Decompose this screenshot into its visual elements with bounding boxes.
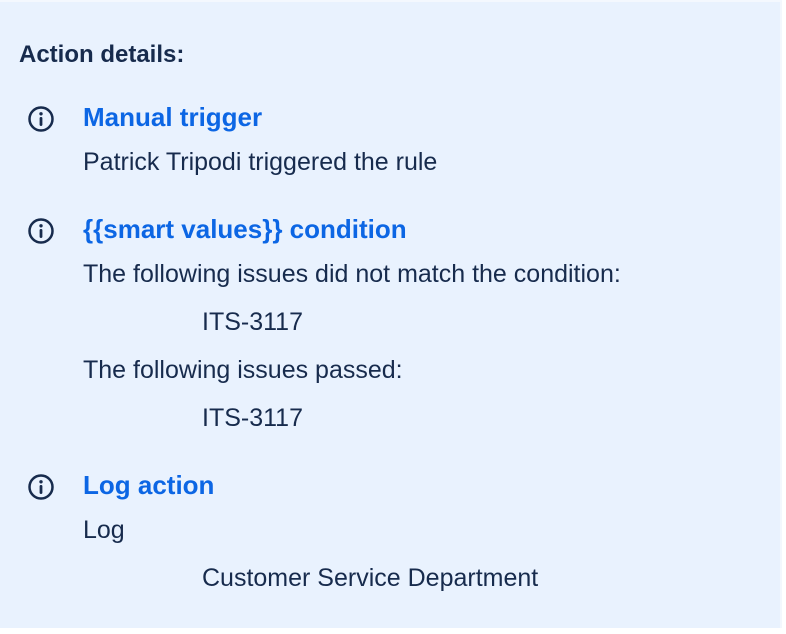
- info-icon: [27, 473, 55, 501]
- action-title-log-action[interactable]: Log action: [83, 468, 214, 502]
- issue-key: ITS-3117: [202, 308, 303, 336]
- action-title-manual-trigger[interactable]: Manual trigger: [83, 100, 262, 134]
- action-detail-line: The following issues did not match the c…: [83, 260, 621, 288]
- action-detail-line: Log: [83, 516, 125, 544]
- info-icon: [27, 217, 55, 245]
- issue-key: ITS-3117: [202, 404, 303, 432]
- panel-heading: Action details:: [19, 41, 185, 68]
- info-icon: [27, 105, 55, 133]
- action-details-panel: Action details: Manual trigger Patrick T…: [0, 0, 782, 628]
- log-message: Customer Service Department: [202, 564, 539, 592]
- action-detail-line: Patrick Tripodi triggered the rule: [83, 148, 438, 176]
- action-detail-line: The following issues passed:: [83, 356, 403, 384]
- action-title-smart-values-condition[interactable]: {{smart values}} condition: [83, 212, 407, 246]
